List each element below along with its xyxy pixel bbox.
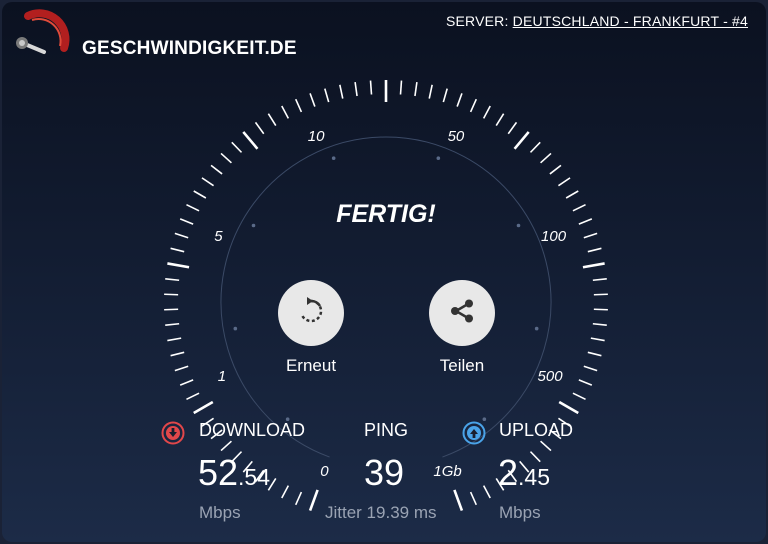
gauge-minor-tick: [482, 105, 491, 119]
gauge-minor-tick: [369, 80, 373, 95]
gauge-major-tick: [308, 489, 319, 512]
share-label: Teilen: [439, 356, 485, 375]
gauge-scale-label: 50: [448, 128, 465, 145]
gauge-dot: [436, 156, 441, 161]
upload-arrow-icon: [462, 421, 486, 450]
retry-button[interactable]: [278, 280, 344, 346]
gauge-scale-label: 0: [320, 463, 329, 480]
download-value: 52.54: [198, 452, 270, 494]
gauge-major-tick: [167, 262, 190, 269]
gauge-minor-tick: [231, 141, 243, 153]
gauge-minor-tick: [170, 247, 185, 253]
gauge-minor-tick: [482, 485, 491, 499]
upload-value-int: 2: [498, 452, 519, 493]
gauge-minor-tick: [165, 277, 180, 282]
speedtest-panel: GESCHWINDIGKEIT.DE SERVER: DEUTSCHLAND -…: [2, 2, 766, 542]
ping-title: PING: [364, 420, 409, 440]
gauge-minor-tick: [220, 152, 232, 164]
gauge-minor-tick: [324, 88, 330, 103]
gauge-minor-tick: [549, 164, 562, 175]
gauge-scale-label: 1: [218, 368, 226, 385]
gauge-minor-tick: [254, 121, 265, 135]
gauge-minor-tick: [281, 485, 290, 499]
gauge-scale-label: 10: [308, 128, 325, 145]
download-arrow-icon: [161, 421, 185, 450]
gauge-scale-label: 500: [538, 368, 564, 385]
gauge-inner-arc: [220, 136, 552, 458]
gauge-minor-tick: [193, 190, 207, 199]
gauge-minor-tick: [442, 88, 448, 103]
gauge-dots: [233, 156, 539, 422]
gauge-major-tick: [558, 400, 579, 415]
gauge-minor-tick: [557, 177, 571, 187]
gauge-minor-tick: [294, 491, 303, 506]
gauge-minor-tick: [592, 322, 607, 327]
restart-icon: [295, 295, 327, 332]
gauge-minor-tick: [583, 232, 598, 239]
gauge-minor-tick: [507, 121, 518, 135]
gauge-minor-tick: [267, 113, 277, 127]
gauge-minor-tick: [540, 440, 552, 452]
gauge-minor-tick: [281, 105, 290, 119]
gauge-dot: [331, 156, 336, 161]
gauge-minor-tick: [587, 351, 602, 357]
gauge-scale-label: 1Gb: [433, 463, 461, 480]
ping-jitter: Jitter 19.39 ms: [325, 503, 437, 522]
gauge-minor-tick: [428, 84, 433, 99]
gauge-minor-tick: [201, 177, 215, 187]
gauge-major-tick: [453, 489, 464, 512]
upload-title: UPLOAD: [499, 420, 574, 440]
upload-value: 2.45: [498, 452, 550, 494]
gauge-minor-tick: [587, 247, 602, 253]
download-title: DOWNLOAD: [199, 420, 306, 440]
upload-value-dec: .45: [518, 464, 551, 490]
download-value-dec: .54: [238, 464, 271, 490]
upload-unit: Mbps: [499, 503, 541, 522]
gauge-minor-tick: [583, 365, 598, 372]
share-button[interactable]: [429, 280, 495, 346]
gauge-minor-tick: [186, 392, 200, 401]
gauge-minor-tick: [354, 82, 358, 97]
gauge-ticks: [164, 80, 608, 512]
gauge-major-tick: [513, 131, 530, 150]
gauge-scale-label: 100: [541, 228, 567, 245]
gauge-minor-tick: [414, 82, 418, 97]
gauge-dot: [534, 326, 539, 331]
gauge-minor-tick: [592, 277, 607, 282]
download-value-int: 52: [198, 452, 239, 493]
gauge-minor-tick: [179, 379, 194, 386]
gauge-minor-tick: [294, 98, 303, 113]
share-icon: [446, 295, 478, 332]
ping-value: 39: [364, 452, 405, 493]
gauge-minor-tick: [572, 392, 586, 401]
gauge-minor-tick: [220, 440, 232, 452]
gauge-minor-tick: [399, 80, 403, 95]
gauge-minor-tick: [540, 152, 552, 164]
gauge-scale-label: 5: [214, 228, 223, 245]
gauge-minor-tick: [529, 141, 541, 153]
gauge-minor-tick: [210, 164, 223, 175]
gauge-minor-tick: [174, 365, 189, 372]
gauge-minor-tick: [456, 93, 463, 107]
gauge-status: FERTIG!: [336, 200, 436, 228]
gauge-minor-tick: [578, 379, 593, 386]
gauge-major-tick: [582, 262, 605, 269]
gauge-minor-tick: [174, 232, 189, 239]
download-unit: Mbps: [199, 503, 241, 522]
retry-label: Erneut: [285, 356, 337, 375]
gauge-minor-tick: [339, 84, 344, 99]
gauge-minor-tick: [590, 337, 605, 342]
gauge-minor-tick: [165, 322, 180, 327]
gauge-minor-tick: [167, 337, 182, 342]
gauge-dot: [233, 326, 238, 331]
gauge-major-tick: [193, 400, 214, 415]
gauge-minor-tick: [565, 190, 579, 199]
gauge-minor-tick: [469, 98, 478, 113]
gauge-minor-tick: [469, 491, 478, 506]
gauge-major-tick: [242, 131, 259, 150]
gauge-minor-tick: [170, 351, 185, 357]
gauge-minor-tick: [309, 93, 316, 107]
gauge-minor-tick: [495, 113, 505, 127]
